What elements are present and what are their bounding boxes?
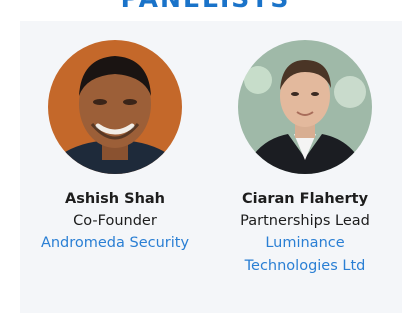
panelist-company-link[interactable]: Andromeda Security <box>25 232 205 255</box>
headshot-photo-icon <box>48 40 182 174</box>
panelist-card: Ashish Shah Co-Founder Andromeda Securit… <box>25 40 205 255</box>
panelists-section: PANELISTS Ashish Shah Co-Founder Androme… <box>0 0 411 320</box>
panelist-photo <box>48 40 182 174</box>
section-title: PANELISTS <box>0 0 411 13</box>
panelist-name: Ciaran Flaherty <box>241 191 369 207</box>
panelist-card: Ciaran Flaherty Partnerships Lead Lumina… <box>215 40 395 278</box>
panelist-photo <box>238 40 372 174</box>
panelist-name: Ashish Shah <box>64 191 166 207</box>
headshot-photo-icon <box>238 40 372 174</box>
panelist-role: Partnerships Lead <box>240 213 370 229</box>
panelist-company-link[interactable]: Luminance Technologies Ltd <box>215 232 395 278</box>
panelist-role: Co-Founder <box>73 213 157 229</box>
panelists-panel: Ashish Shah Co-Founder Andromeda Securit… <box>20 21 402 313</box>
